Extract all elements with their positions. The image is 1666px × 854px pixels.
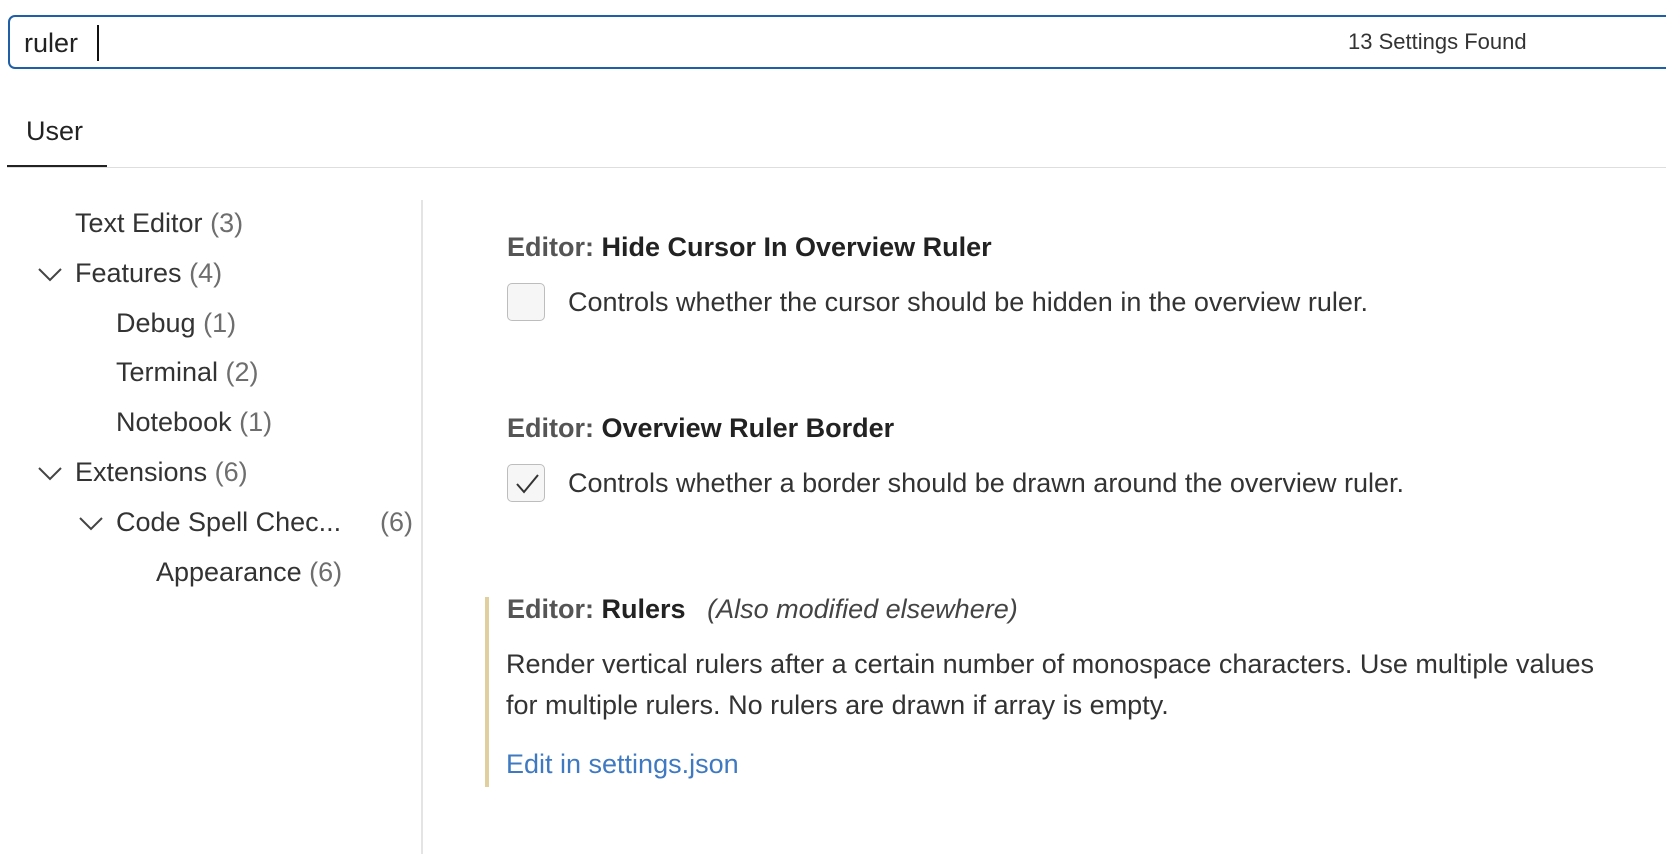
setting-title: Editor: Overview Ruler Border bbox=[507, 413, 894, 444]
toc-item-features[interactable]: Features (4) bbox=[75, 258, 222, 298]
hide-cursor-checkbox[interactable] bbox=[507, 283, 545, 321]
toc-item-label: Extensions bbox=[75, 457, 208, 487]
settings-scope-tabs: User bbox=[7, 98, 1666, 168]
toc-item-appearance[interactable]: Appearance (6) bbox=[156, 557, 342, 597]
settings-editor: 13 Settings Found User Text Editor (3) F… bbox=[0, 0, 1666, 854]
setting-category: Editor: bbox=[507, 594, 594, 624]
toc-item-text-editor[interactable]: Text Editor (3) bbox=[75, 208, 243, 248]
check-icon bbox=[516, 474, 539, 494]
toc-item-label: Text Editor bbox=[75, 208, 203, 238]
overview-ruler-border-checkbox[interactable] bbox=[507, 464, 545, 502]
setting-description: Controls whether a border should be draw… bbox=[568, 468, 1404, 498]
toc-item-extensions[interactable]: Extensions (6) bbox=[75, 457, 248, 497]
toc-item-label: Appearance bbox=[156, 557, 302, 587]
edit-in-settings-json-link[interactable]: Edit in settings.json bbox=[506, 749, 739, 780]
setting-title: Editor: Hide Cursor In Overview Ruler bbox=[507, 232, 992, 263]
modified-elsewhere-note[interactable]: (Also modified elsewhere) bbox=[707, 594, 1018, 624]
chevron-down-icon[interactable] bbox=[37, 466, 63, 486]
toc-item-label: Notebook bbox=[116, 407, 232, 437]
setting-category: Editor: bbox=[507, 232, 594, 262]
chevron-down-icon[interactable] bbox=[37, 267, 63, 287]
toc-item-count: (6) bbox=[309, 557, 343, 587]
settings-toc: Text Editor (3) Features (4) Debug (1) T… bbox=[0, 200, 421, 854]
search-box[interactable]: 13 Settings Found bbox=[8, 15, 1666, 69]
text-cursor bbox=[97, 25, 99, 61]
setting-category: Editor: bbox=[507, 413, 594, 443]
search-input[interactable] bbox=[24, 25, 924, 61]
toc-item-terminal[interactable]: Terminal (2) bbox=[116, 357, 259, 397]
toc-item-label: Terminal bbox=[116, 357, 219, 387]
setting-name: Rulers bbox=[601, 594, 686, 624]
toc-item-notebook[interactable]: Notebook (1) bbox=[116, 407, 272, 447]
settings-count: 13 Settings Found bbox=[1348, 29, 1527, 54]
setting-name: Overview Ruler Border bbox=[601, 413, 895, 443]
setting-title: Editor: Rulers (Also modified elsewhere) bbox=[507, 594, 1018, 625]
toc-item-count: (4) bbox=[189, 258, 223, 288]
toc-item-label: Code Spell Chec... bbox=[116, 507, 342, 537]
toc-item-label: Debug bbox=[116, 308, 196, 338]
settings-list: Editor: Hide Cursor In Overview Ruler Co… bbox=[423, 200, 1666, 854]
toc-item-debug[interactable]: Debug (1) bbox=[116, 308, 236, 348]
toc-item-count: (1) bbox=[239, 407, 273, 437]
setting-description: Render vertical rulers after a certain n… bbox=[506, 649, 1594, 720]
toc-item-count: (6) bbox=[214, 457, 248, 487]
tab-user[interactable]: User bbox=[7, 98, 107, 167]
toc-item-count: (6) bbox=[380, 507, 413, 537]
modified-indicator bbox=[485, 597, 489, 787]
toc-item-count: (3) bbox=[210, 208, 244, 238]
tab-user-label: User bbox=[26, 116, 84, 146]
chevron-down-icon[interactable] bbox=[78, 516, 104, 536]
toc-item-code-spell-checker[interactable]: Code Spell Chec... (6) bbox=[116, 507, 413, 547]
setting-description: Controls whether the cursor should be hi… bbox=[568, 287, 1368, 317]
setting-name: Hide Cursor In Overview Ruler bbox=[601, 232, 992, 262]
toc-item-label: Features bbox=[75, 258, 182, 288]
toc-item-count: (2) bbox=[225, 357, 259, 387]
toc-item-count: (1) bbox=[203, 308, 237, 338]
